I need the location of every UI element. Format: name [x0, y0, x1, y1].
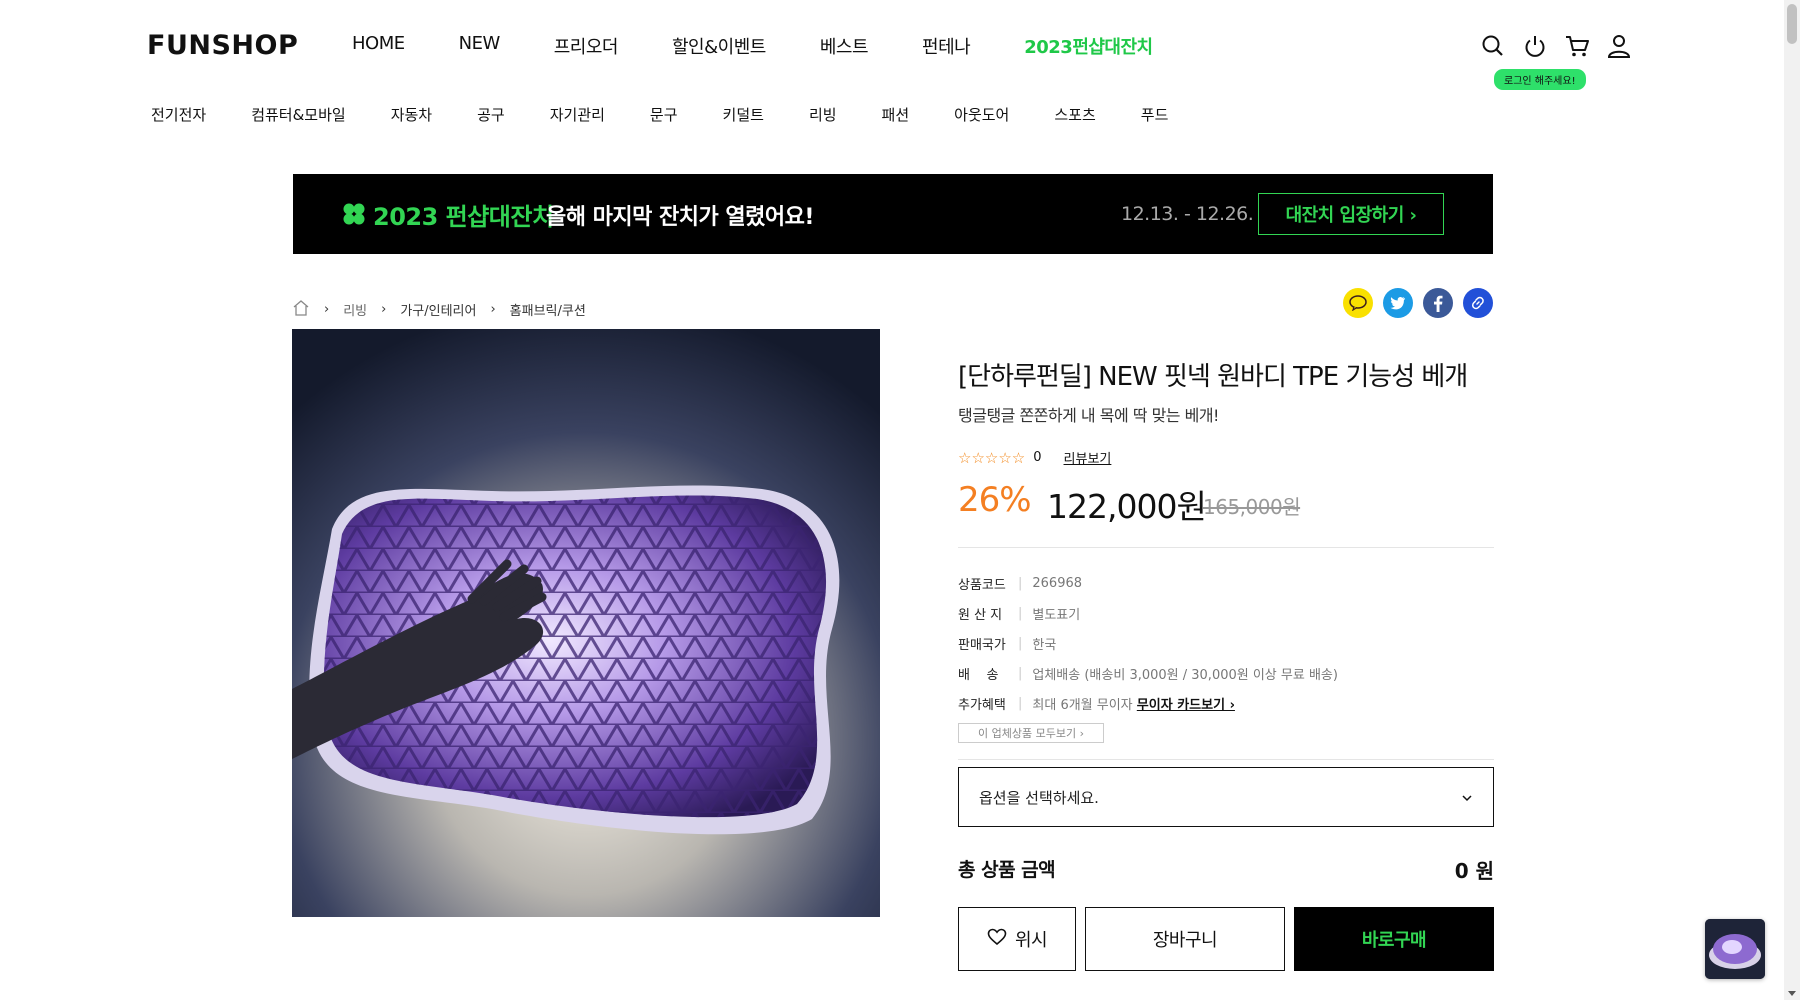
cat-electronics[interactable]: 전기전자 — [151, 104, 206, 125]
review-link[interactable]: 리뷰보기 — [1064, 448, 1112, 467]
breadcrumb-item-homefabric[interactable]: 홈패브릭/쿠션 — [510, 300, 586, 319]
nav-home[interactable]: HOME — [352, 33, 405, 59]
scrollbar-thumb[interactable] — [1787, 4, 1797, 44]
cat-food[interactable]: 푸드 — [1141, 104, 1169, 125]
option-select-placeholder: 옵션을 선택하세요. — [979, 788, 1099, 807]
add-to-cart-button[interactable]: 장바구니 — [1085, 907, 1285, 971]
banner-title-white: 올해 마지막 잔치가 열렸어요! — [546, 205, 814, 230]
nav-new[interactable]: NEW — [459, 33, 501, 59]
original-price: 165,000원 — [1203, 495, 1301, 519]
spec-key: 상품코드 — [958, 577, 1006, 593]
spec-key: 원 산 지 — [958, 607, 1003, 623]
spec-row: 상품코드 | 266968 — [958, 575, 1083, 593]
sale-price: 122,000원 — [1047, 487, 1207, 526]
cat-kidult[interactable]: 키덜트 — [723, 104, 764, 125]
heart-icon — [987, 928, 1007, 951]
product-subtitle: 탱글탱글 쫀쫀하게 내 목에 딱 맞는 베개! — [958, 406, 1219, 425]
breadcrumb-item-living[interactable]: 리빙 — [343, 300, 367, 319]
chevron-down-icon — [1461, 788, 1473, 806]
breadcrumb: › 리빙 › 가구/인테리어 › 홈패브릭/쿠션 — [292, 299, 586, 320]
banner-title-green: 2023 펀샵대잔치 — [373, 203, 554, 231]
interest-free-card-link[interactable]: 무이자 카드보기 › — [1137, 698, 1235, 713]
funshop-logo[interactable]: FUNSHOP — [147, 30, 298, 61]
buy-now-button[interactable]: 바로구매 — [1294, 907, 1494, 971]
star-rating-icon: ☆☆☆☆☆ — [958, 448, 1026, 467]
spec-key: 판매국가 — [958, 637, 1006, 653]
share-icons — [1343, 288, 1493, 318]
discount-rate: 26% — [958, 480, 1032, 520]
main-nav: HOME NEW 프리오더 할인&이벤트 베스트 펀테나 2023펀샵대잔치 — [352, 33, 1207, 59]
rating-count: 0 — [1033, 450, 1042, 465]
nav-sale-event[interactable]: 할인&이벤트 — [672, 33, 766, 59]
banner-enter-button[interactable]: 대잔치 입장하기 › — [1258, 193, 1444, 235]
spec-value: 266968 — [1032, 575, 1083, 591]
home-icon[interactable] — [292, 299, 310, 320]
cat-outdoor[interactable]: 아웃도어 — [954, 104, 1009, 125]
rating: ☆☆☆☆☆ 0 리뷰보기 — [958, 448, 1112, 468]
facebook-icon[interactable] — [1423, 288, 1453, 318]
cart-icon[interactable] — [1564, 33, 1590, 59]
cat-living[interactable]: 리빙 — [809, 104, 837, 125]
chevron-right-icon: › — [490, 302, 496, 317]
search-icon[interactable] — [1480, 33, 1506, 59]
nav-best[interactable]: 베스트 — [820, 33, 869, 59]
chevron-right-icon: › — [381, 302, 387, 317]
nav-2023-festival[interactable]: 2023펀샵대잔치 — [1024, 33, 1153, 59]
kakao-icon[interactable] — [1343, 288, 1373, 318]
spec-list: 상품코드 | 266968 원 산 지 | 별도표기 판매국가 | 한국 배 송 | 업… — [958, 568, 1338, 718]
scroll-down-arrow-icon[interactable] — [1788, 991, 1796, 996]
spec-row: 판매국가 | 한국 — [958, 635, 1057, 653]
spec-row: 추가혜택 | 최대 6개월 무이자 무이자 카드보기 › — [958, 695, 1235, 713]
product-image[interactable] — [292, 329, 880, 917]
user-icon[interactable] — [1606, 33, 1632, 59]
link-icon[interactable] — [1463, 288, 1493, 318]
header-icons — [1480, 33, 1632, 59]
spec-row: 원 산 지 | 별도표기 — [958, 605, 1081, 623]
wish-button[interactable]: 위시 — [958, 907, 1076, 971]
clover-icon — [342, 202, 366, 230]
cat-sports[interactable]: 스포츠 — [1054, 104, 1095, 125]
breadcrumb-item-furniture[interactable]: 가구/인테리어 — [400, 300, 476, 319]
option-select[interactable]: 옵션을 선택하세요. — [958, 767, 1494, 827]
divider — [958, 759, 1494, 760]
login-badge[interactable]: 로그인 해주세요! — [1494, 69, 1586, 90]
cat-selfcare[interactable]: 자기관리 — [550, 104, 605, 125]
nav-funtena[interactable]: 펀테나 — [922, 33, 971, 59]
cat-stationery[interactable]: 문구 — [650, 104, 678, 125]
power-icon[interactable] — [1522, 33, 1548, 59]
cat-computer-mobile[interactable]: 컴퓨터&모바일 — [251, 104, 346, 125]
festival-banner[interactable]: 2023 펀샵대잔치 올해 마지막 잔치가 열렸어요! 12.13. - 12.… — [293, 174, 1493, 254]
spec-value: 별도표기 — [1032, 607, 1081, 623]
spec-value: 한국 — [1032, 637, 1057, 653]
chevron-right-icon: › — [324, 302, 330, 317]
spec-key: 추가혜택 — [958, 697, 1006, 713]
cat-car[interactable]: 자동차 — [391, 104, 432, 125]
total-value: 0 원 — [1454, 859, 1494, 883]
category-nav: 전기전자 컴퓨터&모바일 자동차 공구 자기관리 문구 키덜트 리빙 패션 아웃… — [151, 104, 1213, 125]
total-label: 총 상품 금액 — [958, 859, 1056, 881]
nav-preorder[interactable]: 프리오더 — [554, 33, 619, 59]
product-title: [단하루펀딜] NEW 핏넥 원바디 TPE 기능성 베개 — [958, 362, 1468, 392]
wish-label: 위시 — [1014, 930, 1048, 951]
spec-row: 배 송 | 업체배송 (배송비 3,000원 / 30,000원 이상 무료 배송… — [958, 665, 1338, 683]
spec-value: 최대 6개월 무이자 무이자 카드보기 › — [1032, 697, 1235, 713]
spec-value: 업체배송 (배송비 3,000원 / 30,000원 이상 무료 배송) — [1032, 667, 1338, 683]
floating-recent-product-thumbnail[interactable] — [1705, 919, 1765, 979]
twitter-icon[interactable] — [1383, 288, 1413, 318]
spec-key: 배 송 — [958, 667, 999, 683]
divider — [958, 547, 1494, 548]
scrollbar[interactable] — [1784, 0, 1800, 1000]
cat-tools[interactable]: 공구 — [477, 104, 505, 125]
cat-fashion[interactable]: 패션 — [882, 104, 910, 125]
vendor-all-products-button[interactable]: 이 업체상품 모두보기 › — [958, 723, 1104, 743]
banner-date: 12.13. - 12.26. — [1121, 203, 1254, 225]
